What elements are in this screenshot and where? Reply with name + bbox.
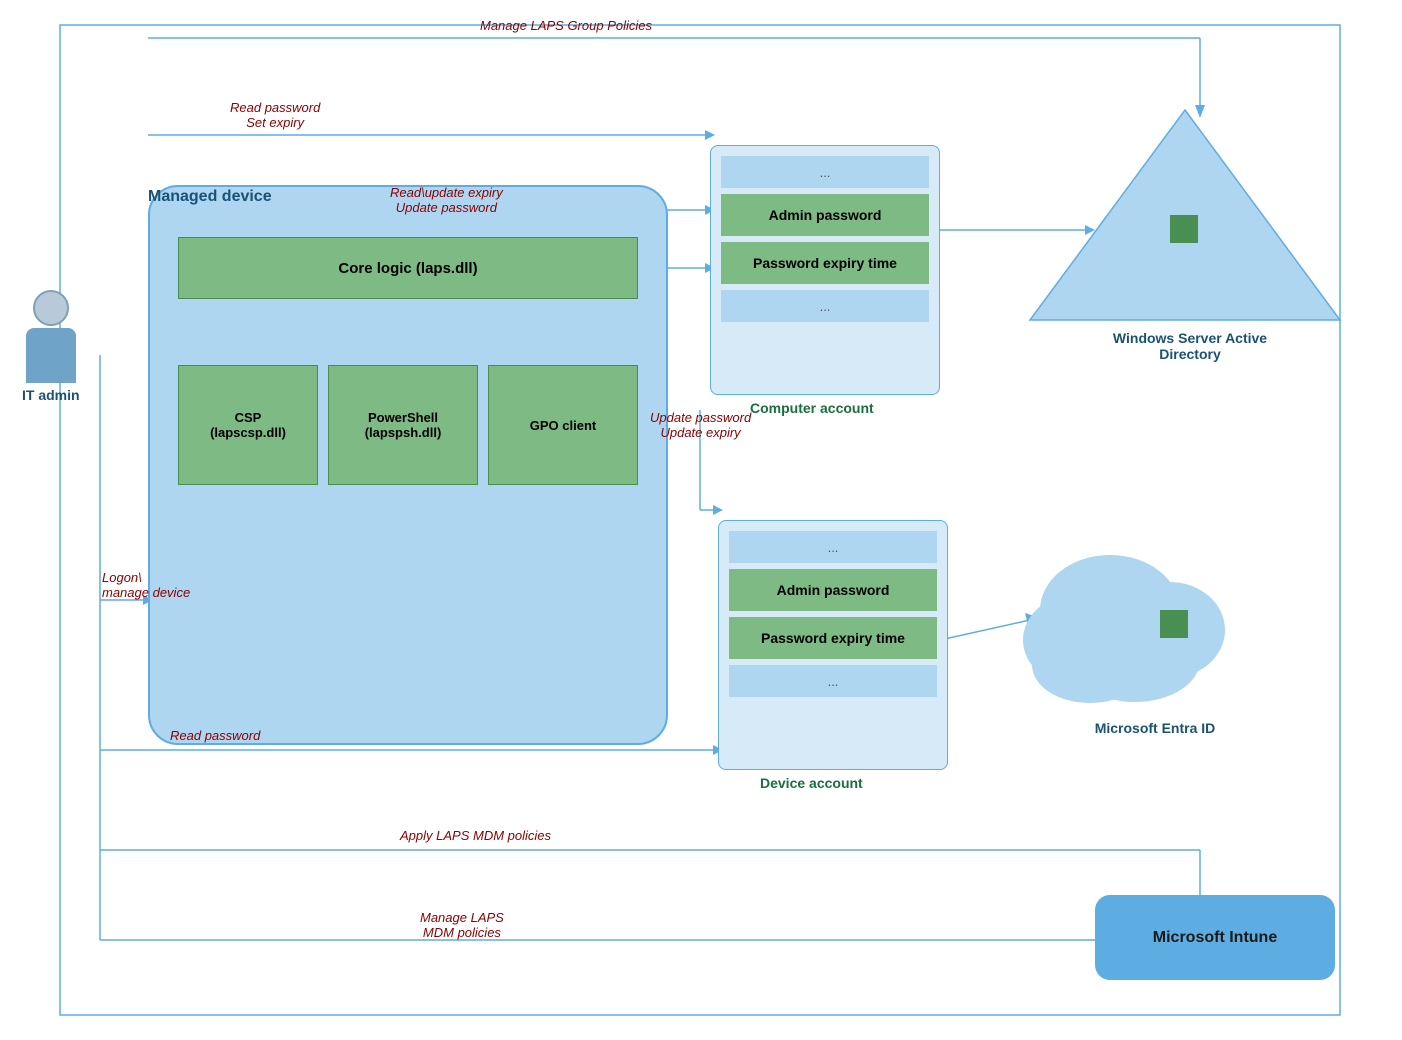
label-read-set: Read passwordSet expiry — [230, 100, 320, 130]
label-manage-laps-gp: Manage LAPS Group Policies — [480, 18, 652, 33]
label-update-pw-exp: Update passwordUpdate expiry — [650, 410, 751, 440]
dev-row-dots1: ... — [729, 531, 937, 563]
device-account-label: Device account — [760, 775, 863, 791]
label-apply-mdm: Apply LAPS MDM policies — [400, 828, 551, 843]
it-admin-figure: IT admin — [22, 290, 80, 403]
device-account-box: ... Admin password Password expiry time … — [718, 520, 948, 770]
comp-row-admin-password: Admin password — [721, 194, 929, 236]
comp-row-password-expiry: Password expiry time — [721, 242, 929, 284]
entra-id-label: Microsoft Entra ID — [1065, 720, 1245, 736]
it-admin-head — [33, 290, 69, 326]
diagram-container: Managed device Core logic (laps.dll) CSP… — [0, 0, 1402, 1040]
core-logic-label: Core logic (laps.dll) — [338, 260, 477, 277]
powershell-box: PowerShell(lapspsh.dll) — [328, 365, 478, 485]
intune-label: Microsoft Intune — [1153, 929, 1277, 947]
computer-account-box: ... Admin password Password expiry time … — [710, 145, 940, 395]
comp-row-dots1: ... — [721, 156, 929, 188]
dev-row-password-expiry: Password expiry time — [729, 617, 937, 659]
gpo-label: GPO client — [530, 418, 596, 433]
it-admin-body — [26, 328, 76, 383]
dev-row-dots2: ... — [729, 665, 937, 697]
intune-box: Microsoft Intune — [1095, 895, 1335, 980]
gpo-box: GPO client — [488, 365, 638, 485]
windows-ad-label: Windows Server ActiveDirectory — [1090, 330, 1290, 362]
it-admin-label: IT admin — [22, 387, 80, 403]
computer-account-label: Computer account — [750, 400, 874, 416]
label-manage-mdm: Manage LAPSMDM policies — [420, 910, 504, 940]
label-read-update: Read\update expiryUpdate password — [390, 185, 503, 215]
label-read-pw-bottom: Read password — [170, 728, 260, 743]
csp-label: CSP(lapscsp.dll) — [210, 410, 286, 440]
core-logic-box: Core logic (laps.dll) — [178, 237, 638, 299]
dev-row-admin-password: Admin password — [729, 569, 937, 611]
comp-row-dots2: ... — [721, 290, 929, 322]
csp-box: CSP(lapscsp.dll) — [178, 365, 318, 485]
label-logon: Logon\manage device — [102, 570, 190, 600]
powershell-label: PowerShell(lapspsh.dll) — [365, 410, 442, 440]
managed-device-label: Managed device — [148, 188, 272, 206]
